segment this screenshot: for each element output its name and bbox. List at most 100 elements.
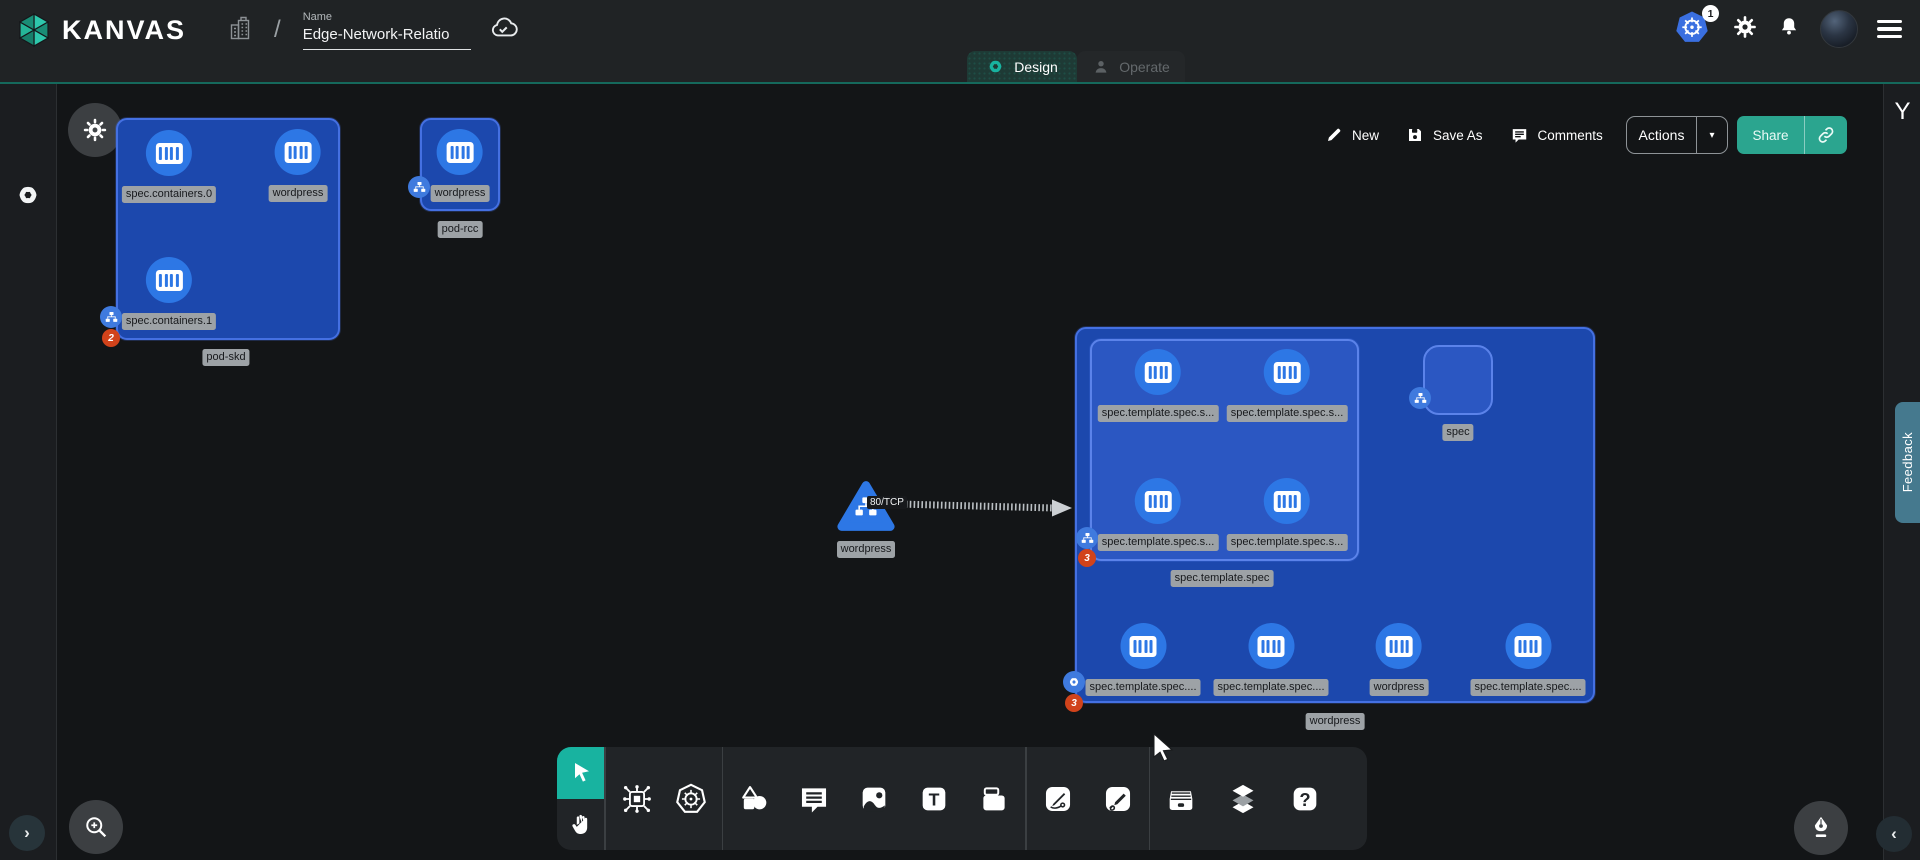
- node-label: spec.template.spec....: [1086, 679, 1201, 696]
- node-spec-containers-0[interactable]: spec.containers.0: [122, 130, 216, 203]
- shapes-tool[interactable]: [736, 781, 772, 817]
- select-tool[interactable]: [557, 747, 604, 799]
- settings-gear-icon[interactable]: [1732, 14, 1758, 45]
- relationship-badge[interactable]: [1076, 527, 1098, 549]
- kubernetes-context-count: 1: [1702, 5, 1719, 22]
- node-label-spec: spec: [1442, 424, 1473, 441]
- node-template-container-2[interactable]: spec.template.spec.s...: [1098, 478, 1219, 551]
- tab-operate[interactable]: Operate: [1077, 51, 1185, 82]
- chevron-left-icon: ‹: [1891, 824, 1897, 844]
- header-left: KANVAS / Name Edge-Network-Relatio: [16, 0, 519, 60]
- design-spiral-icon: [986, 57, 1005, 76]
- issue-count-badge[interactable]: 3: [1065, 694, 1083, 712]
- node-template-container-3[interactable]: spec.template.spec.s...: [1227, 478, 1348, 551]
- edge-pen-tool[interactable]: [1040, 781, 1076, 817]
- feedback-tab[interactable]: Feedback: [1895, 402, 1920, 523]
- share-label: Share: [1737, 128, 1804, 143]
- image-icon: [857, 782, 891, 816]
- tab-design-label: Design: [1014, 59, 1058, 75]
- meshery-spiral-icon[interactable]: [14, 181, 42, 214]
- pen-nib-icon: [1807, 814, 1835, 842]
- text-tool[interactable]: T: [916, 781, 952, 817]
- kubernetes-context-button[interactable]: 1: [1673, 9, 1713, 49]
- relationship-badge[interactable]: [408, 176, 430, 198]
- node-wordpress-container-2[interactable]: wordpress: [431, 129, 490, 202]
- component-tools: [606, 747, 722, 850]
- container-icon: [1515, 636, 1542, 657]
- node-template-container-1[interactable]: spec.template.spec.s...: [1227, 349, 1348, 422]
- chevron-down-icon[interactable]: ▾: [1697, 130, 1727, 141]
- drawer-icon: [1164, 782, 1198, 816]
- relationship-badge[interactable]: [100, 306, 122, 328]
- collapse-panel-button[interactable]: ‹: [1876, 816, 1912, 852]
- notifications-bell-icon[interactable]: [1777, 14, 1801, 45]
- comment-icon: [1510, 126, 1529, 145]
- sitemap-icon: [413, 181, 426, 193]
- chevron-right-icon: ›: [24, 823, 30, 843]
- container-icon: [1274, 362, 1301, 383]
- header-divider: [0, 82, 1920, 84]
- mode-tabs: Design Operate: [967, 51, 1185, 82]
- container-icon: [156, 270, 183, 291]
- container-icon: [1145, 362, 1172, 383]
- tab-design[interactable]: Design: [967, 51, 1077, 82]
- node-spec[interactable]: [1423, 345, 1493, 415]
- design-name-input[interactable]: Edge-Network-Relatio: [303, 25, 471, 50]
- user-avatar[interactable]: [1820, 10, 1858, 48]
- node-wp-container-3[interactable]: spec.template.spec....: [1471, 623, 1586, 696]
- node-wordpress-service[interactable]: wordpress: [836, 478, 896, 558]
- freehand-pencil-tool[interactable]: [1100, 781, 1136, 817]
- chip-icon: [620, 782, 654, 816]
- node-label: spec.containers.1: [122, 313, 216, 330]
- node-config-gear-button[interactable]: [68, 103, 122, 157]
- mouse-cursor: [1150, 733, 1176, 761]
- operate-person-icon: [1092, 58, 1110, 76]
- node-wp-container-2[interactable]: wordpress: [1370, 623, 1429, 696]
- comments-button[interactable]: Comments: [1510, 126, 1603, 145]
- import-drawer-tool[interactable]: [1163, 781, 1199, 817]
- canvas-toolbar: T: [557, 747, 1367, 850]
- shapes-icon: [737, 782, 771, 816]
- components-tool[interactable]: [619, 781, 655, 817]
- save-as-button[interactable]: Save As: [1406, 126, 1483, 144]
- help-tool[interactable]: ?: [1287, 781, 1323, 817]
- left-rail: ›: [0, 84, 57, 860]
- design-action-bar: New Save As Comments: [1325, 117, 1603, 153]
- whiteboard-pen-button[interactable]: [1794, 801, 1848, 855]
- container-icon: [156, 143, 183, 164]
- collapse-badge[interactable]: [1063, 671, 1085, 693]
- expand-panel-button[interactable]: ›: [9, 815, 45, 851]
- node-wp-container-1[interactable]: spec.template.spec....: [1214, 623, 1329, 696]
- organization-icon[interactable]: [228, 14, 254, 47]
- issue-count-badge[interactable]: 2: [102, 329, 120, 347]
- new-button[interactable]: New: [1325, 126, 1379, 144]
- layers-tool[interactable]: [1225, 781, 1261, 817]
- zoom-button[interactable]: [69, 800, 123, 854]
- annotation-tools: T: [723, 747, 1025, 850]
- share-button[interactable]: Share: [1737, 116, 1847, 154]
- node-wordpress-container-1[interactable]: wordpress: [269, 129, 328, 202]
- node-label: spec.template.spec.s...: [1227, 405, 1348, 422]
- group-label-pod-skd: pod-skd: [202, 349, 249, 366]
- node-template-container-0[interactable]: spec.template.spec.s...: [1098, 349, 1219, 422]
- kubernetes-tool[interactable]: [673, 781, 709, 817]
- container-icon: [1258, 636, 1285, 657]
- copy-link-icon[interactable]: [1805, 125, 1847, 145]
- comment-tool[interactable]: [796, 781, 832, 817]
- magnifier-plus-icon: [82, 813, 110, 841]
- container-icon: [285, 142, 312, 163]
- node-wp-container-0[interactable]: spec.template.spec....: [1086, 623, 1201, 696]
- image-tool[interactable]: [856, 781, 892, 817]
- actions-dropdown-button[interactable]: Actions ▾: [1626, 116, 1728, 154]
- relationship-badge[interactable]: [1409, 387, 1431, 409]
- pan-tool[interactable]: [557, 799, 604, 851]
- cursor-icon: [569, 761, 593, 785]
- issue-count-badge[interactable]: 3: [1078, 549, 1096, 567]
- sitemap-icon: [105, 311, 118, 323]
- node-spec-containers-1[interactable]: spec.containers.1: [122, 257, 216, 330]
- note-tool[interactable]: [976, 781, 1012, 817]
- menu-hamburger-icon[interactable]: [1877, 20, 1902, 39]
- app-header: KANVAS / Name Edge-Network-Relatio: [0, 0, 1920, 82]
- node-label: spec.template.spec.s...: [1227, 534, 1348, 551]
- layer5-y-icon: Y: [1884, 98, 1920, 126]
